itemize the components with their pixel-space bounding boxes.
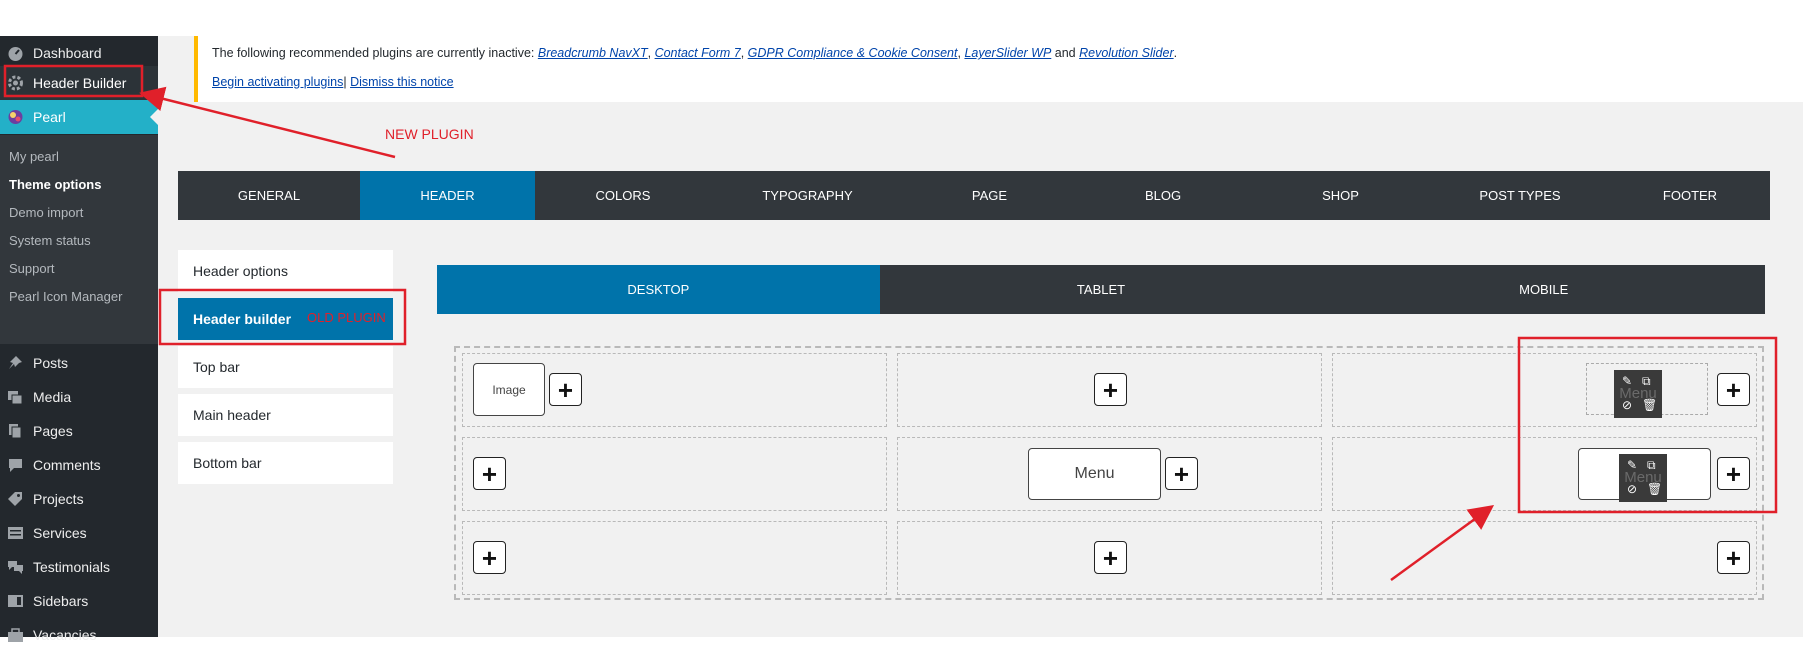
annotation-overlay bbox=[3, 64, 1778, 582]
highlight-box-menu-elements bbox=[1517, 336, 1778, 514]
arrow-to-menu-elements bbox=[1390, 505, 1495, 582]
highlight-box-header-builder-menu bbox=[3, 64, 144, 98]
highlight-box-old-plugin bbox=[158, 288, 407, 346]
arrow-new-plugin bbox=[139, 86, 396, 159]
